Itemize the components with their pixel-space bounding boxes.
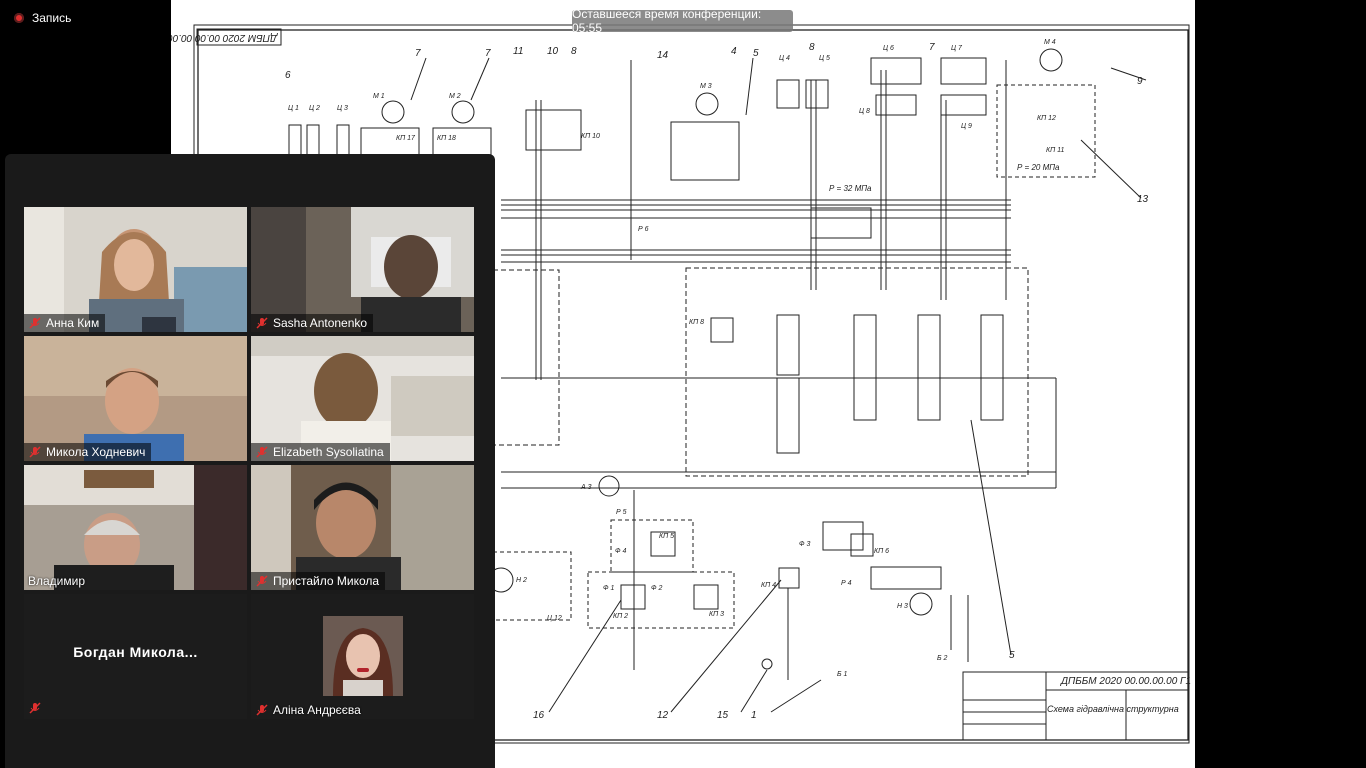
callout-4: 4 bbox=[731, 46, 737, 57]
video-tile-vladimir[interactable]: Владимир bbox=[24, 465, 247, 590]
label-m1: М 1 bbox=[373, 93, 385, 100]
label-f3: Ф 3 bbox=[799, 541, 811, 548]
participant-name: Elizabeth Sysoliatina bbox=[273, 445, 384, 459]
recording-label: Запись bbox=[32, 11, 72, 25]
label-c8: Ц 8 bbox=[859, 108, 870, 115]
participant-label: Sasha Antonenko bbox=[251, 314, 374, 332]
label-f1: Ф 1 bbox=[603, 585, 615, 592]
participant-name: Микола Ходневич bbox=[46, 445, 146, 459]
avatar bbox=[323, 616, 403, 696]
callout-13: 13 bbox=[1137, 194, 1149, 205]
label-m4: М 4 bbox=[1044, 39, 1056, 46]
callout-1: 1 bbox=[751, 710, 757, 721]
mic-muted-icon bbox=[29, 702, 41, 714]
callout-7c: 7 bbox=[929, 42, 935, 53]
label-kp6: КП 6 bbox=[874, 548, 889, 555]
participant-label: Elizabeth Sysoliatina bbox=[251, 443, 390, 461]
mic-muted-icon bbox=[256, 446, 268, 458]
pressure-label-2: Р = 20 МПа bbox=[1017, 163, 1060, 172]
participant-label: Пристайло Микола bbox=[251, 572, 386, 590]
callout-16: 16 bbox=[533, 710, 545, 721]
callout-8b: 8 bbox=[809, 42, 815, 53]
participant-label: Анна Ким bbox=[24, 314, 106, 332]
drawing-stamp: ДПБМ 2020 00.00.00.00 Г1 bbox=[171, 32, 278, 43]
label-p4: Р 4 bbox=[841, 580, 852, 587]
label-p5: Р 5 bbox=[616, 509, 627, 516]
label-kp11: КП 11 bbox=[1046, 147, 1065, 154]
label-m3: М 3 bbox=[700, 83, 712, 90]
participant-name: Аліна Андрєєва bbox=[273, 703, 361, 717]
label-kp8: КП 8 bbox=[689, 319, 704, 326]
video-tile-anna-kim[interactable]: Анна Ким bbox=[24, 207, 247, 332]
callout-15: 15 bbox=[717, 710, 729, 721]
video-tile-sasha-antonenko[interactable]: Sasha Antonenko bbox=[251, 207, 474, 332]
conference-timer: Оставшееся время конференции: 05:55 bbox=[572, 7, 793, 35]
label-kp18: КП 18 bbox=[437, 135, 456, 142]
video-tile-mykola-khodnevych[interactable]: Микола Ходневич bbox=[24, 336, 247, 461]
mic-muted-icon bbox=[29, 446, 41, 458]
record-dot-icon bbox=[14, 13, 24, 23]
label-kp4: КП 4 bbox=[761, 582, 776, 589]
participant-name: Пристайло Микола bbox=[273, 574, 380, 588]
label-f2: Ф 2 bbox=[651, 585, 663, 592]
mic-muted-icon bbox=[29, 317, 41, 329]
video-tile-bohdan-mykola[interactable]: Богдан Микола... bbox=[24, 594, 247, 719]
label-c3: Ц 3 bbox=[337, 105, 348, 112]
label-b1: Б 1 bbox=[837, 671, 848, 678]
participant-name: Sasha Antonenko bbox=[273, 316, 368, 330]
label-h2: Н 2 bbox=[516, 577, 527, 584]
title-block-name: Схема гідравлічна структурна bbox=[1047, 704, 1179, 714]
participant-name: Анна Ким bbox=[46, 316, 100, 330]
video-tile-elizabeth-sysoliatina[interactable]: Elizabeth Sysoliatina bbox=[251, 336, 474, 461]
callout-7a: 7 bbox=[415, 48, 421, 59]
title-block-code: ДПББМ 2020 00.00.00.00 Г1 bbox=[1060, 676, 1191, 687]
label-kp12: КП 12 bbox=[1037, 115, 1056, 122]
mic-muted-icon bbox=[256, 575, 268, 587]
label-c6: Ц 6 bbox=[883, 45, 894, 52]
recording-indicator[interactable]: Запись bbox=[14, 11, 71, 25]
label-kp2: КП 2 bbox=[613, 613, 628, 620]
label-c12: Ц 12 bbox=[547, 615, 562, 622]
participant-name: Богдан Микола... bbox=[73, 644, 198, 660]
callout-9: 9 bbox=[1137, 76, 1143, 87]
participant-label: Владимир bbox=[24, 572, 91, 590]
video-tile-alina-andreeva[interactable]: Аліна Андрєєва bbox=[251, 594, 474, 719]
callout-11: 11 bbox=[513, 46, 523, 57]
label-b2: Б 2 bbox=[937, 655, 948, 662]
video-tile-prystailo-mykola[interactable]: Пристайло Микола bbox=[251, 465, 474, 590]
label-c5: Ц 5 bbox=[819, 55, 830, 62]
participant-label: Аліна Андрєєва bbox=[251, 701, 367, 719]
callout-5b: 5 bbox=[1009, 650, 1015, 661]
callout-6: 6 bbox=[285, 70, 291, 81]
participant-name: Владимир bbox=[28, 574, 86, 588]
label-c2: Ц 2 bbox=[309, 105, 320, 112]
label-c4: Ц 4 bbox=[779, 55, 790, 62]
callout-5a: 5 bbox=[753, 48, 759, 59]
label-c1: Ц 1 bbox=[288, 105, 299, 112]
callout-7b: 7 bbox=[485, 48, 491, 59]
mic-muted-icon bbox=[256, 317, 268, 329]
label-kp3: КП 3 bbox=[709, 611, 724, 618]
pressure-label-1: Р = 32 МПа bbox=[829, 184, 872, 193]
label-c9: Ц 9 bbox=[961, 123, 972, 130]
participants-gallery: Анна Ким Sasha Antonenko Микола Ходневич bbox=[5, 154, 495, 768]
label-h3: Н 3 bbox=[897, 603, 908, 610]
label-kp17: КП 17 bbox=[396, 135, 416, 142]
callout-12: 12 bbox=[657, 710, 669, 721]
label-kp5: КП 5 bbox=[659, 533, 674, 540]
participant-label: Микола Ходневич bbox=[24, 443, 152, 461]
mic-muted-icon bbox=[256, 704, 268, 716]
callout-8a: 8 bbox=[571, 46, 577, 57]
callout-14: 14 bbox=[657, 50, 669, 61]
label-a3: А 3 bbox=[580, 484, 592, 491]
label-kp10: КП 10 bbox=[581, 133, 600, 140]
label-f4: Ф 4 bbox=[615, 548, 627, 555]
label-p6: Р 6 bbox=[638, 226, 649, 233]
label-m2: М 2 bbox=[449, 93, 461, 100]
label-c7: Ц 7 bbox=[951, 45, 963, 52]
callout-10: 10 bbox=[547, 46, 559, 57]
